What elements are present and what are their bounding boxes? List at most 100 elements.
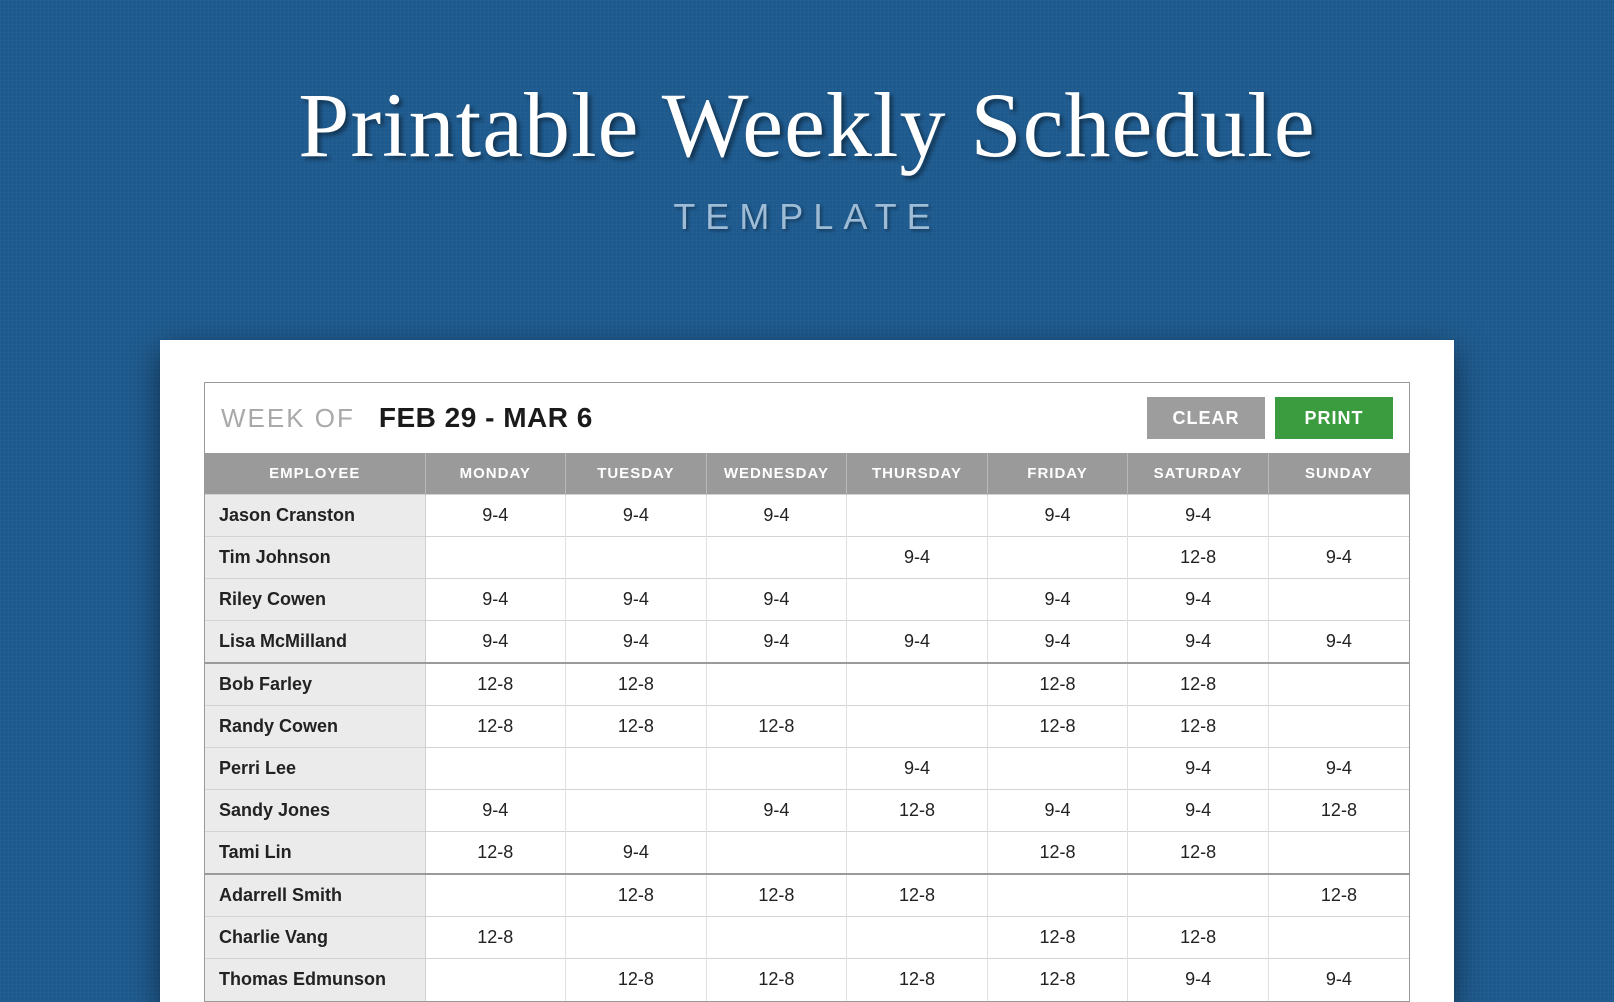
employee-cell: Tami Lin (205, 832, 425, 875)
cell-wednesday (706, 748, 847, 790)
clear-button[interactable]: CLEAR (1147, 397, 1265, 439)
week-of-label: WEEK OF (221, 403, 355, 434)
schedule-sheet: WEEK OF FEB 29 - MAR 6 CLEAR PRINT EMPLO… (160, 340, 1454, 1002)
cell-friday: 12-8 (987, 706, 1128, 748)
cell-friday: 9-4 (987, 790, 1128, 832)
cell-monday: 12-8 (425, 917, 566, 959)
table-row: Charlie Vang12-812-812-8 (205, 917, 1409, 959)
cell-tuesday (566, 537, 707, 579)
col-saturday: SATURDAY (1128, 453, 1269, 495)
cell-thursday (847, 579, 988, 621)
cell-monday: 9-4 (425, 495, 566, 537)
employee-cell: Sandy Jones (205, 790, 425, 832)
cell-sunday: 9-4 (1268, 621, 1409, 664)
cell-wednesday: 9-4 (706, 621, 847, 664)
cell-tuesday (566, 790, 707, 832)
cell-monday: 12-8 (425, 663, 566, 706)
table-row: Jason Cranston9-49-49-49-49-4 (205, 495, 1409, 537)
col-tuesday: TUESDAY (566, 453, 707, 495)
cell-sunday (1268, 706, 1409, 748)
table-container: WEEK OF FEB 29 - MAR 6 CLEAR PRINT EMPLO… (204, 382, 1410, 1002)
cell-sunday (1268, 663, 1409, 706)
cell-friday (987, 748, 1128, 790)
cell-thursday: 12-8 (847, 874, 988, 917)
cell-saturday: 9-4 (1128, 959, 1269, 1001)
col-wednesday: WEDNESDAY (706, 453, 847, 495)
cell-saturday: 9-4 (1128, 579, 1269, 621)
cell-sunday: 9-4 (1268, 959, 1409, 1001)
table-row: Riley Cowen9-49-49-49-49-4 (205, 579, 1409, 621)
cell-thursday (847, 495, 988, 537)
col-thursday: THURSDAY (847, 453, 988, 495)
page-title: Printable Weekly Schedule (0, 0, 1614, 178)
cell-wednesday (706, 537, 847, 579)
cell-thursday: 12-8 (847, 959, 988, 1001)
cell-friday: 12-8 (987, 959, 1128, 1001)
cell-tuesday (566, 748, 707, 790)
table-row: Tim Johnson9-412-89-4 (205, 537, 1409, 579)
cell-wednesday (706, 832, 847, 875)
col-monday: MONDAY (425, 453, 566, 495)
table-row: Tami Lin12-89-412-812-8 (205, 832, 1409, 875)
employee-cell: Thomas Edmunson (205, 959, 425, 1001)
table-row: Sandy Jones9-49-412-89-49-412-8 (205, 790, 1409, 832)
cell-monday: 9-4 (425, 579, 566, 621)
cell-wednesday: 9-4 (706, 579, 847, 621)
cell-tuesday: 9-4 (566, 495, 707, 537)
cell-wednesday: 12-8 (706, 874, 847, 917)
cell-thursday (847, 832, 988, 875)
employee-cell: Jason Cranston (205, 495, 425, 537)
cell-sunday (1268, 579, 1409, 621)
employee-cell: Perri Lee (205, 748, 425, 790)
cell-saturday: 9-4 (1128, 790, 1269, 832)
cell-tuesday: 9-4 (566, 579, 707, 621)
cell-sunday (1268, 495, 1409, 537)
cell-saturday: 12-8 (1128, 537, 1269, 579)
cell-monday (425, 537, 566, 579)
cell-wednesday: 12-8 (706, 959, 847, 1001)
table-row: Bob Farley12-812-812-812-8 (205, 663, 1409, 706)
cell-monday: 9-4 (425, 790, 566, 832)
cell-sunday: 9-4 (1268, 748, 1409, 790)
employee-cell: Adarrell Smith (205, 874, 425, 917)
toolbar: WEEK OF FEB 29 - MAR 6 CLEAR PRINT (205, 383, 1409, 453)
cell-wednesday: 9-4 (706, 495, 847, 537)
cell-friday: 12-8 (987, 663, 1128, 706)
table-row: Thomas Edmunson12-812-812-812-89-49-4 (205, 959, 1409, 1001)
cell-wednesday: 9-4 (706, 790, 847, 832)
table-row: Perri Lee9-49-49-4 (205, 748, 1409, 790)
cell-tuesday (566, 917, 707, 959)
col-employee: EMPLOYEE (205, 453, 425, 495)
cell-wednesday (706, 917, 847, 959)
employee-cell: Bob Farley (205, 663, 425, 706)
cell-thursday: 9-4 (847, 748, 988, 790)
employee-cell: Riley Cowen (205, 579, 425, 621)
cell-thursday (847, 663, 988, 706)
cell-monday (425, 748, 566, 790)
table-row: Lisa McMilland9-49-49-49-49-49-49-4 (205, 621, 1409, 664)
print-button[interactable]: PRINT (1275, 397, 1393, 439)
cell-tuesday: 12-8 (566, 959, 707, 1001)
cell-wednesday (706, 663, 847, 706)
cell-tuesday: 9-4 (566, 621, 707, 664)
employee-cell: Randy Cowen (205, 706, 425, 748)
cell-friday: 9-4 (987, 621, 1128, 664)
employee-cell: Charlie Vang (205, 917, 425, 959)
cell-sunday (1268, 832, 1409, 875)
cell-saturday: 9-4 (1128, 495, 1269, 537)
cell-friday: 9-4 (987, 579, 1128, 621)
cell-monday: 12-8 (425, 832, 566, 875)
cell-monday: 9-4 (425, 621, 566, 664)
col-friday: FRIDAY (987, 453, 1128, 495)
cell-saturday: 12-8 (1128, 832, 1269, 875)
cell-thursday: 9-4 (847, 621, 988, 664)
employee-cell: Tim Johnson (205, 537, 425, 579)
date-range: FEB 29 - MAR 6 (379, 402, 593, 434)
cell-wednesday: 12-8 (706, 706, 847, 748)
cell-friday (987, 537, 1128, 579)
cell-sunday: 12-8 (1268, 790, 1409, 832)
cell-monday (425, 874, 566, 917)
table-row: Randy Cowen12-812-812-812-812-8 (205, 706, 1409, 748)
cell-monday (425, 959, 566, 1001)
cell-sunday (1268, 917, 1409, 959)
